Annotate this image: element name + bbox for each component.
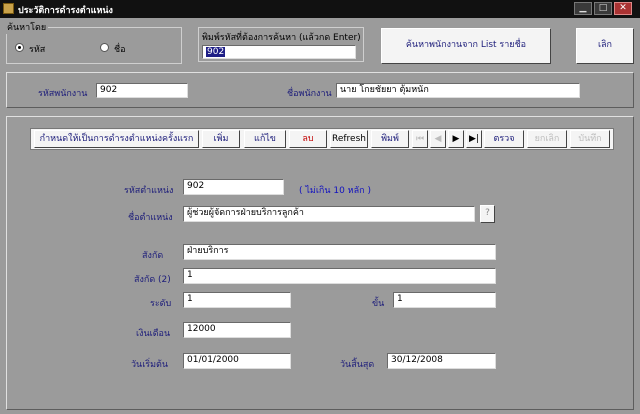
title-bar: ประวัติการดำรงตำแหน่ง ▁ □ ✕ <box>0 0 640 18</box>
nav-next-icon[interactable]: ▶ <box>448 130 464 148</box>
position-name-label: ชื่อตำแหน่ง <box>128 213 173 223</box>
add-button[interactable]: เพิ่ม <box>202 130 240 148</box>
exit-button[interactable]: เลิก <box>576 28 634 64</box>
employee-code-field: 902 <box>96 83 188 98</box>
employee-name-field: นาย โกยชัยยา ตุ้มหนัก <box>336 83 580 98</box>
search-input[interactable]: 902 <box>202 45 356 59</box>
start-date-label: วันเริ่มต้น <box>131 360 169 370</box>
cancel-button[interactable]: ยกเลิก <box>527 130 567 148</box>
first-position-button[interactable]: กำหนดให้เป็นการดำรงตำแหน่งครั้งแรก <box>34 130 199 148</box>
dept-field[interactable]: ฝ่ายบริการ <box>183 244 496 260</box>
position-code-label: รหัสตำแหน่ง <box>124 186 174 196</box>
edit-button[interactable]: แก้ไข <box>244 130 286 148</box>
search-by-name-label: ชื่อ <box>114 45 126 55</box>
position-lookup-button[interactable]: ? <box>480 205 495 223</box>
save-button[interactable]: บันทึก <box>570 130 610 148</box>
delete-button[interactable]: ลบ <box>289 130 327 148</box>
refresh-button[interactable]: Refresh <box>330 130 368 148</box>
search-by-code-label: รหัส <box>29 45 46 55</box>
search-by-label: ค้นหาโดย <box>5 20 49 34</box>
position-name-field[interactable]: ผู้ช่วยผู้จัดการฝ่ายบริการลูกค้า <box>183 206 475 222</box>
dept2-label: สังกัด (2) <box>134 275 171 285</box>
employee-code-label: รหัสพนักงาน <box>38 89 88 99</box>
window-title: ประวัติการดำรงตำแหน่ง <box>18 6 113 16</box>
nav-first-icon[interactable]: ⏮ <box>412 130 428 148</box>
end-date-field[interactable]: 30/12/2008 <box>387 353 496 369</box>
grade-label: ขั้น <box>372 299 385 309</box>
level-label: ระดับ <box>150 299 172 309</box>
start-date-field[interactable]: 01/01/2000 <box>183 353 291 369</box>
search-by-code-radio[interactable] <box>15 43 24 52</box>
nav-prev-icon[interactable]: ◀ <box>430 130 446 148</box>
position-code-field[interactable]: 902 <box>183 179 284 195</box>
minimize-button[interactable]: ▁ <box>574 2 592 15</box>
maximize-button[interactable]: □ <box>594 2 612 15</box>
grade-field[interactable]: 1 <box>393 292 496 308</box>
search-by-name-radio[interactable] <box>100 43 109 52</box>
end-date-label: วันสิ้นสุด <box>340 360 375 370</box>
dept-label: สังกัด <box>142 251 164 261</box>
dept2-field[interactable]: 1 <box>183 268 496 284</box>
position-panel <box>6 116 634 410</box>
salary-label: เงินเดือน <box>136 329 171 339</box>
position-code-hint: ( ไม่เกิน 10 หลัก ) <box>299 186 371 196</box>
level-field[interactable]: 1 <box>183 292 291 308</box>
nav-last-icon[interactable]: ▶| <box>466 130 482 148</box>
check-button[interactable]: ตรวจ <box>484 130 524 148</box>
close-button[interactable]: ✕ <box>614 2 632 15</box>
print-button[interactable]: พิมพ์ <box>371 130 409 148</box>
salary-field[interactable]: 12000 <box>183 322 291 338</box>
search-list-button[interactable]: ค้นหาพนักงานจาก List รายชื่อ <box>381 28 551 64</box>
employee-name-label: ชื่อพนักงาน <box>287 89 332 99</box>
search-input-label: พิมพ์รหัสที่ต้องการค้นหา (แล้วกด Enter) <box>202 33 361 43</box>
app-icon <box>3 3 14 14</box>
